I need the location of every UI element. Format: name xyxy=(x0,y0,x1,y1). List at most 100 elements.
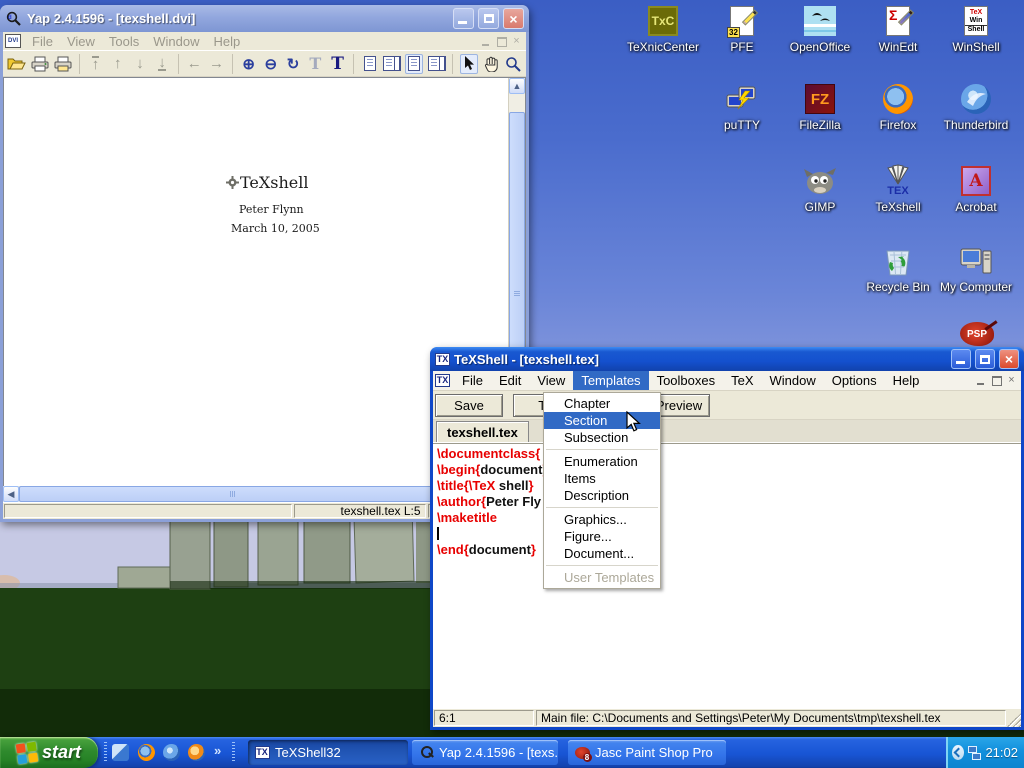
mdi-restore-icon[interactable] xyxy=(990,375,1003,386)
mdi-minimize-icon[interactable] xyxy=(480,36,493,47)
save-button[interactable]: Save xyxy=(435,394,503,417)
texshell-maximize-button[interactable] xyxy=(975,349,995,369)
hand-tool-icon[interactable] xyxy=(483,54,500,74)
magnifier-tool-icon[interactable] xyxy=(505,54,522,74)
desktop-icon-putty[interactable]: puTTY xyxy=(703,82,781,131)
yap-menu-help[interactable]: Help xyxy=(207,33,248,50)
texshell-minimize-button[interactable] xyxy=(951,349,971,369)
desktop-icon-winshell[interactable]: TeX Win Shell WinShell xyxy=(937,4,1015,53)
desktop-icon-filezilla[interactable]: FZ FileZilla xyxy=(781,82,859,131)
quicklaunch-grip[interactable] xyxy=(104,742,107,763)
text-render-icon[interactable]: T xyxy=(329,54,346,74)
desktop-icon-texniccenter[interactable]: TxC TeXnicCenter xyxy=(624,4,702,53)
yap-menu-tools[interactable]: Tools xyxy=(102,33,146,50)
show-desktop-icon[interactable] xyxy=(112,744,129,761)
texshell-titlebar[interactable]: TX TeXShell - [texshell.tex] × xyxy=(430,347,1024,371)
menu-help[interactable]: Help xyxy=(885,371,928,390)
quicklaunch-firefox-icon[interactable] xyxy=(138,744,155,761)
menu-item-figure[interactable]: Figure... xyxy=(544,528,660,545)
start-button[interactable]: start xyxy=(0,737,98,768)
code-editor[interactable]: \documentclass{\begin{document}\title{\T… xyxy=(433,443,1021,708)
refresh-icon[interactable]: ↻ xyxy=(284,54,301,74)
winedt-icon: Σ xyxy=(881,4,915,38)
editor-line: \documentclass{ xyxy=(437,446,1021,462)
mdi-restore-icon[interactable] xyxy=(495,36,508,47)
zoom-in-icon[interactable]: ⊕ xyxy=(240,54,257,74)
zoom-out-icon[interactable]: ⊖ xyxy=(262,54,279,74)
desktop-icon-openoffice[interactable]: OpenOffice xyxy=(781,4,859,53)
mdi-close-icon[interactable]: × xyxy=(1005,375,1018,386)
mdi-close-icon[interactable]: × xyxy=(510,36,523,47)
taskband-grip[interactable] xyxy=(232,742,235,763)
menu-tex[interactable]: TeX xyxy=(723,371,761,390)
resize-grip[interactable] xyxy=(1007,713,1021,727)
menu-item-items[interactable]: Items xyxy=(544,470,660,487)
texshell-app-icon: TX xyxy=(435,353,450,366)
taskbar-button-yap[interactable]: Yap 2.4.1596 - [texs... xyxy=(412,740,558,765)
desktop-icon-firefox[interactable]: Firefox xyxy=(859,82,937,131)
menu-edit[interactable]: Edit xyxy=(491,371,529,390)
desktop-icon-paint-shop-pro[interactable]: PSP xyxy=(938,320,1016,348)
tab-texshell-tex[interactable]: texshell.tex xyxy=(436,421,529,442)
previous-page-icon[interactable]: ↑ xyxy=(109,54,126,74)
last-page-icon[interactable]: ↓ xyxy=(154,54,171,74)
yap-menu-view[interactable]: View xyxy=(60,33,102,50)
quicklaunch-mediaplayer-icon[interactable] xyxy=(188,744,205,761)
desktop-icon-acrobat[interactable]: A Acrobat xyxy=(937,164,1015,213)
tray-collapse-chevron-icon[interactable] xyxy=(952,745,964,760)
quicklaunch-thunderbird-icon[interactable] xyxy=(163,744,180,761)
icon-label: PFE xyxy=(703,41,781,53)
print-setup-icon[interactable] xyxy=(54,54,72,74)
yap-menu-window[interactable]: Window xyxy=(146,33,206,50)
single-page-view-icon[interactable] xyxy=(361,54,378,74)
yap-task-icon xyxy=(418,745,434,761)
desktop-icon-pfe[interactable]: 32 PFE xyxy=(703,4,781,53)
menu-item-enumeration[interactable]: Enumeration xyxy=(544,453,660,470)
network-status-icon[interactable] xyxy=(968,746,982,760)
facing-pages-view-icon[interactable] xyxy=(383,54,400,74)
desktop-icon-gimp[interactable]: GIMP xyxy=(781,164,859,213)
open-file-icon[interactable] xyxy=(7,54,26,74)
continuous-view-icon[interactable] xyxy=(405,54,423,74)
desktop-icon-texshell[interactable]: TEX TeXshell xyxy=(859,164,937,213)
taskbar-button-texshell32[interactable]: TX TeXShell32 xyxy=(248,740,408,765)
scroll-left-icon[interactable]: ◀ xyxy=(3,486,19,502)
desktop-icon-thunderbird[interactable]: Thunderbird xyxy=(937,82,1015,131)
text-outline-icon[interactable]: T xyxy=(307,54,324,74)
menu-item-section[interactable]: Section xyxy=(544,412,660,429)
menu-item-document[interactable]: Document... xyxy=(544,545,660,562)
menu-options[interactable]: Options xyxy=(824,371,885,390)
yap-maximize-button[interactable] xyxy=(478,8,499,29)
desktop-icon-my-computer[interactable]: My Computer xyxy=(937,244,1015,293)
taskbar-button-paintshoppro[interactable]: 8 Jasc Paint Shop Pro xyxy=(568,740,726,765)
scroll-up-icon[interactable]: ▲ xyxy=(509,78,525,94)
yap-close-button[interactable]: × xyxy=(503,8,524,29)
yap-minimize-button[interactable] xyxy=(453,8,474,29)
desktop-icon-winedt[interactable]: Σ WinEdt xyxy=(859,4,937,53)
menu-file[interactable]: File xyxy=(454,371,491,390)
menu-item-subsection[interactable]: Subsection xyxy=(544,429,660,446)
openoffice-icon xyxy=(803,4,837,38)
menu-item-chapter[interactable]: Chapter xyxy=(544,395,660,412)
next-page-icon[interactable]: ↓ xyxy=(131,54,148,74)
select-tool-icon[interactable] xyxy=(460,54,478,74)
menu-item-graphics[interactable]: Graphics... xyxy=(544,511,660,528)
first-page-icon[interactable]: ↑ xyxy=(87,54,104,74)
main-file-path: Main file: C:\Documents and Settings\Pet… xyxy=(536,710,1006,726)
yap-menubar: DVI File View Tools Window Help × xyxy=(3,32,526,50)
mdi-minimize-icon[interactable] xyxy=(975,375,988,386)
yap-titlebar[interactable]: d Yap 2.4.1596 - [texshell.dvi] × xyxy=(0,5,529,32)
continuous-facing-view-icon[interactable] xyxy=(428,54,445,74)
yap-menu-file[interactable]: File xyxy=(25,33,60,50)
desktop-icon-recycle-bin[interactable]: Recycle Bin xyxy=(859,244,937,293)
back-icon[interactable]: ← xyxy=(186,54,203,74)
print-icon[interactable] xyxy=(31,54,49,74)
forward-icon[interactable]: → xyxy=(208,54,225,74)
menu-window[interactable]: Window xyxy=(762,371,824,390)
texshell-close-button[interactable]: × xyxy=(999,349,1019,369)
menu-item-description[interactable]: Description xyxy=(544,487,660,504)
quicklaunch-overflow-chevron[interactable]: » xyxy=(214,743,221,758)
menu-toolboxes[interactable]: Toolboxes xyxy=(649,371,724,390)
menu-view[interactable]: View xyxy=(529,371,573,390)
menu-templates[interactable]: Templates xyxy=(573,371,648,390)
